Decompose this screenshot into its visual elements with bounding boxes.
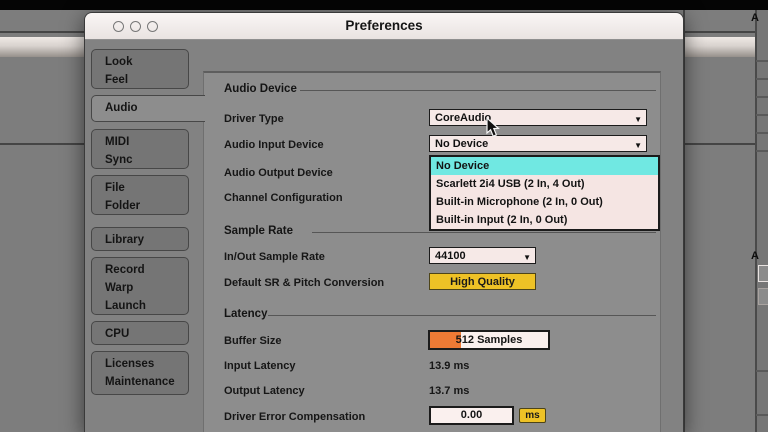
bg-track-label: A bbox=[751, 12, 759, 24]
input-device-option-builtin-input[interactable]: Built-in Input (2 In, 0 Out) bbox=[431, 211, 658, 229]
sidebar-tab-look-feel[interactable]: Look Feel bbox=[91, 49, 189, 89]
bg-return-label: A bbox=[751, 250, 759, 262]
driver-type-label: Driver Type bbox=[224, 113, 284, 125]
content-panel: Audio Device Driver Type CoreAudio ▼ Aud… bbox=[203, 71, 661, 432]
sample-rate-dropdown[interactable]: 44100 ▼ bbox=[429, 247, 536, 264]
channel-configuration-label: Channel Configuration bbox=[224, 192, 343, 204]
audio-input-device-label: Audio Input Device bbox=[224, 139, 324, 151]
input-device-option-scarlett-2i4[interactable]: Scarlett 2i4 USB (2 In, 4 Out) bbox=[431, 175, 658, 193]
sample-rate-value: 44100 bbox=[435, 250, 466, 262]
buffer-size-field[interactable]: 512 Samples bbox=[428, 330, 550, 350]
preferences-window: Preferences Audio Device Driver Type Cor… bbox=[84, 12, 684, 432]
input-latency-label: Input Latency bbox=[224, 360, 296, 372]
bg-slot-divider bbox=[756, 414, 768, 416]
section-divider bbox=[312, 232, 656, 233]
chevron-down-icon: ▼ bbox=[634, 115, 642, 124]
tab-label-line: Library bbox=[105, 234, 144, 246]
high-quality-button[interactable]: High Quality bbox=[429, 273, 536, 290]
sidebar-tab-licenses-maintenance[interactable]: Licenses Maintenance bbox=[91, 351, 189, 395]
bg-slot-divider bbox=[756, 370, 768, 372]
tab-label-line: Record bbox=[105, 264, 145, 276]
tab-label-line: Sync bbox=[105, 154, 133, 166]
audio-input-device-open-list: No Device Scarlett 2i4 USB (2 In, 4 Out)… bbox=[429, 155, 660, 231]
sidebar-tab-record-warp-launch[interactable]: Record Warp Launch bbox=[91, 257, 189, 315]
bg-slot-divider bbox=[756, 132, 768, 134]
audio-input-device-dropdown[interactable]: No Device ▼ bbox=[429, 135, 647, 152]
sidebar-tab-cpu[interactable]: CPU bbox=[91, 321, 189, 345]
input-device-option-builtin-microphone[interactable]: Built-in Microphone (2 In, 0 Out) bbox=[431, 193, 658, 211]
chevron-down-icon: ▼ bbox=[634, 141, 642, 150]
tab-label-line: Folder bbox=[105, 200, 141, 212]
ms-unit-button[interactable]: ms bbox=[519, 408, 546, 423]
section-title-latency: Latency bbox=[224, 308, 268, 320]
audio-input-device-value: No Device bbox=[435, 138, 489, 150]
bg-right-strip: A A bbox=[751, 10, 768, 432]
bg-clip-slot bbox=[758, 288, 768, 305]
bg-clip-slot bbox=[758, 265, 768, 282]
output-latency-value: 13.7 ms bbox=[429, 385, 470, 397]
output-latency-label: Output Latency bbox=[224, 385, 305, 397]
input-device-option-no-device[interactable]: No Device bbox=[431, 157, 658, 175]
tab-label-line: Look bbox=[105, 56, 133, 68]
tab-label-line: Maintenance bbox=[105, 376, 175, 388]
sidebar-tab-file-folder[interactable]: File Folder bbox=[91, 175, 189, 215]
tab-label-line: Warp bbox=[105, 282, 134, 294]
bg-slot-divider bbox=[756, 78, 768, 80]
driver-type-value: CoreAudio bbox=[435, 112, 492, 124]
tab-label-line: Audio bbox=[105, 102, 138, 114]
tab-label-line: CPU bbox=[105, 328, 130, 340]
audio-output-device-label: Audio Output Device bbox=[224, 167, 333, 179]
sr-pitch-conversion-label: Default SR & Pitch Conversion bbox=[224, 277, 385, 289]
bg-slot-divider bbox=[756, 114, 768, 116]
section-divider bbox=[300, 90, 656, 91]
driver-type-dropdown[interactable]: CoreAudio ▼ bbox=[429, 109, 647, 126]
sidebar-tab-library[interactable]: Library bbox=[91, 227, 189, 251]
section-title-audio-device: Audio Device bbox=[224, 83, 297, 95]
window-title: Preferences bbox=[345, 18, 423, 33]
tab-label-line: MIDI bbox=[105, 136, 130, 148]
sidebar-tab-audio[interactable]: Audio bbox=[91, 95, 205, 122]
section-divider bbox=[268, 315, 656, 316]
bg-slot-divider bbox=[756, 60, 768, 62]
sidebar-tab-midi-sync[interactable]: MIDI Sync bbox=[91, 129, 189, 169]
section-title-sample-rate: Sample Rate bbox=[224, 225, 294, 237]
tab-label-line: File bbox=[105, 182, 125, 194]
screen: A A Preferences Audio Device Driver Type… bbox=[0, 0, 768, 432]
mouse-cursor-icon bbox=[486, 117, 500, 137]
tab-label-line: Feel bbox=[105, 74, 129, 86]
window-body: Audio Device Driver Type CoreAudio ▼ Aud… bbox=[85, 39, 683, 432]
input-latency-value: 13.9 ms bbox=[429, 360, 470, 372]
tab-label-line: Launch bbox=[105, 300, 146, 312]
bg-slot-divider bbox=[756, 150, 768, 152]
tab-label-line: Licenses bbox=[105, 358, 155, 370]
driver-error-compensation-field[interactable]: 0.00 bbox=[429, 406, 514, 425]
bg-slot-divider bbox=[756, 96, 768, 98]
sample-rate-label: In/Out Sample Rate bbox=[224, 251, 325, 263]
driver-error-compensation-label: Driver Error Compensation bbox=[224, 411, 366, 423]
window-titlebar[interactable]: Preferences bbox=[85, 13, 683, 40]
driver-error-compensation-value: 0.00 bbox=[460, 409, 483, 421]
chevron-down-icon: ▼ bbox=[523, 253, 531, 262]
buffer-size-value: 512 Samples bbox=[455, 334, 523, 346]
buffer-size-label: Buffer Size bbox=[224, 335, 282, 347]
